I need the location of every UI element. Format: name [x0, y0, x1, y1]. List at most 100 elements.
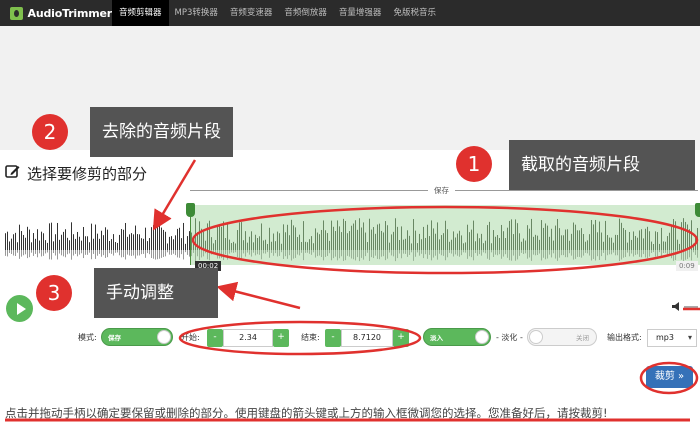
waveform-bar: [121, 229, 122, 250]
waveform-reflection-bar: [53, 250, 54, 254]
waveform-reflection-bar: [37, 250, 38, 258]
save-range-label: 保存: [428, 185, 455, 196]
waveform-reflection-bar: [149, 250, 150, 255]
waveform-bar: [71, 222, 72, 250]
waveform-reflection-bar: [119, 250, 120, 256]
nav-item-audio-speed[interactable]: 音频变速器: [224, 0, 279, 26]
waveform-reflection-bar: [175, 250, 176, 256]
waveform-bar: [91, 223, 92, 250]
waveform-bar: [21, 231, 22, 250]
waveform-reflection-bar: [157, 250, 158, 260]
end-input[interactable]: 8.7120: [341, 329, 393, 347]
waveform-reflection-bar: [107, 250, 108, 258]
waveform-reflection-bar: [181, 250, 182, 255]
fade-in-toggle[interactable]: 淡入: [423, 328, 491, 346]
waveform-reflection-bar: [59, 250, 60, 254]
volume-slider[interactable]: [684, 306, 698, 308]
nav-item-mp3-converter[interactable]: MP3转换器: [169, 0, 224, 26]
volume-icon[interactable]: [672, 302, 682, 311]
waveform-reflection-bar: [85, 250, 86, 255]
section-title: 选择要修剪的部分: [27, 165, 148, 183]
waveform-reflection-bar: [75, 250, 76, 254]
waveform-bar: [101, 230, 102, 250]
cut-button[interactable]: 裁剪 »: [646, 366, 693, 388]
nav-item-royalty-free-music[interactable]: 免版税音乐: [387, 0, 442, 26]
waveform-bar: [147, 241, 148, 250]
waveform-editor[interactable]: 00:02 0:09: [5, 203, 700, 275]
waveform-reflection-bar: [133, 250, 134, 256]
waveform-bar: [35, 238, 36, 250]
waveform-reflection-bar: [141, 250, 142, 255]
fade-out-toggle[interactable]: 关闭: [527, 328, 597, 346]
waveform-reflection-bar: [7, 250, 8, 257]
waveform-reflection-bar: [97, 250, 98, 256]
waveform-bar: [171, 236, 172, 250]
waveform-reflection-bar: [163, 250, 164, 258]
mode-toggle[interactable]: 保存: [101, 328, 173, 346]
format-select[interactable]: mp3: [647, 329, 697, 347]
end-plus-button[interactable]: +: [393, 329, 409, 347]
waveform-bar: [83, 226, 84, 250]
selected-region[interactable]: [190, 205, 700, 265]
waveform-bar: [117, 242, 118, 250]
waveform-bar: [65, 229, 66, 250]
waveform-bar: [125, 222, 126, 250]
brand-name: AudioTrimmer: [27, 6, 113, 20]
waveform-reflection-bar: [39, 250, 40, 254]
waveform-reflection-bar: [69, 250, 70, 254]
waveform-reflection-bar: [187, 250, 188, 255]
waveform-bar: [9, 241, 10, 250]
waveform-bar: [181, 238, 182, 250]
waveform-bar: [185, 243, 186, 250]
waveform-reflection-bar: [115, 250, 116, 253]
waveform-bar: [81, 240, 82, 250]
waveform-bar: [173, 239, 174, 250]
waveform-bar: [37, 229, 38, 250]
waveform-reflection-bar: [25, 250, 26, 255]
waveform-bar: [41, 231, 42, 250]
brand[interactable]: AudioTrimmer: [0, 0, 112, 26]
waveform-reflection-bar: [49, 250, 50, 260]
waveform-bar: [39, 240, 40, 250]
waveform-bar: [159, 225, 160, 250]
waveform-bar: [143, 238, 144, 250]
waveform-reflection-bar: [153, 250, 154, 259]
waveform-reflection-bar: [145, 250, 146, 258]
waveform-reflection-bar: [135, 250, 136, 259]
end-minus-button[interactable]: -: [325, 329, 341, 347]
waveform-reflection-bar: [11, 250, 12, 254]
fade-in-knob: [475, 330, 489, 344]
waveform-bar: [53, 241, 54, 250]
nav-item-audio-reverse[interactable]: 音频倒放器: [278, 0, 333, 26]
waveform-reflection-bar: [67, 250, 68, 255]
waveform-reflection-bar: [93, 250, 94, 254]
start-plus-button[interactable]: +: [273, 329, 289, 347]
waveform-bar: [139, 234, 140, 250]
waveform-bar: [13, 234, 14, 250]
play-button[interactable]: [6, 295, 33, 322]
waveform-bar: [123, 229, 124, 250]
waveform-reflection-bar: [27, 250, 28, 259]
waveform-reflection-bar: [61, 250, 62, 256]
end-handle[interactable]: [695, 203, 700, 217]
waveform-bar: [93, 238, 94, 250]
top-navbar: AudioTrimmer 音频剪辑器 MP3转换器 音频变速器 音频倒放器 音量…: [0, 0, 700, 26]
mode-toggle-knob: [157, 330, 171, 344]
waveform-reflection-bar: [105, 250, 106, 258]
waveform-bar: [187, 236, 188, 250]
end-label: 结束:: [301, 333, 320, 342]
waveform-bar: [113, 234, 114, 250]
waveform-reflection-bar: [151, 250, 152, 259]
waveform-reflection-bar: [35, 250, 36, 254]
waveform-bar: [115, 242, 116, 250]
waveform-bar: [33, 233, 34, 250]
start-handle[interactable]: [186, 203, 195, 217]
waveform-reflection-bar: [147, 250, 148, 254]
waveform-bar: [15, 232, 16, 250]
start-minus-button[interactable]: -: [207, 329, 223, 347]
waveform-reflection-bar: [89, 250, 90, 253]
nav-item-volume-booster[interactable]: 音量增强器: [333, 0, 388, 26]
nav-item-audio-trimmer[interactable]: 音频剪辑器: [112, 0, 169, 26]
waveform-bar: [161, 227, 162, 250]
start-input[interactable]: 2.34: [223, 329, 273, 347]
